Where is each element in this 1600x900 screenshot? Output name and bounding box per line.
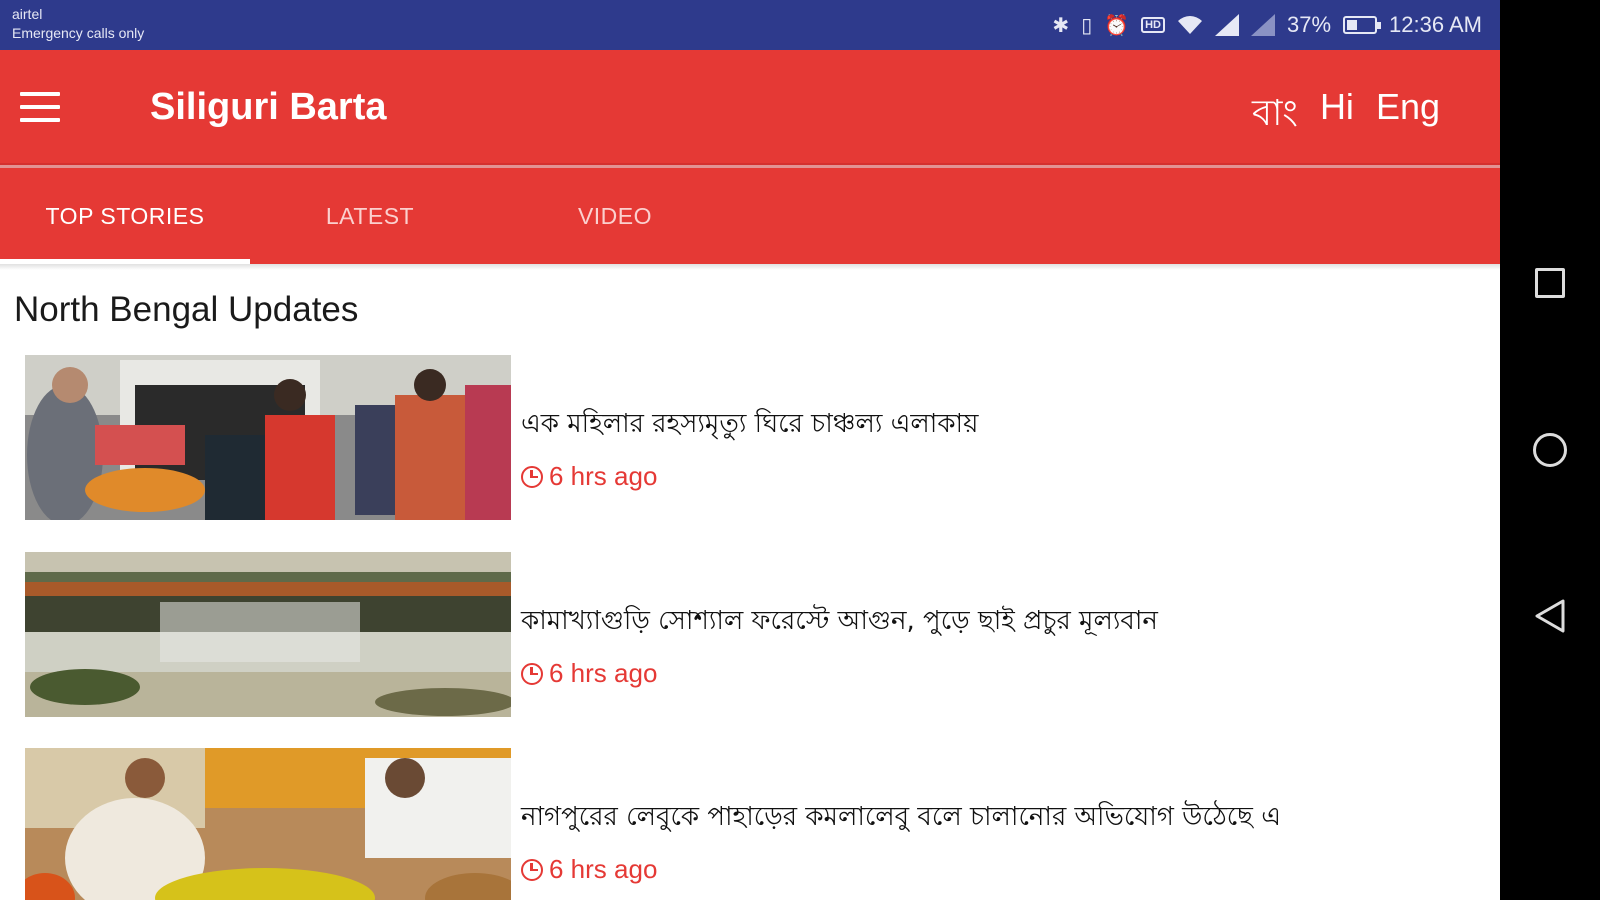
- home-icon[interactable]: [1533, 433, 1567, 467]
- story-time-text: 6 hrs ago: [549, 461, 658, 491]
- language-switcher: বাং Hi Eng: [1252, 86, 1440, 146]
- signal-icon: [1251, 14, 1275, 36]
- hamburger-menu-icon[interactable]: [20, 92, 60, 122]
- back-icon[interactable]: [1533, 598, 1567, 634]
- carrier-name: airtel: [12, 6, 43, 22]
- story-text: এক মহিলার রহস্যমৃত্যু ঘিরে চাঞ্চল্য এলাক…: [521, 403, 978, 492]
- clock-icon: [521, 662, 543, 685]
- emergency-text: Emergency calls only: [12, 25, 145, 41]
- app-title: Siliguri Barta: [150, 86, 387, 128]
- status-icons: ✱ ▯ ⏰ HD 37% 12:36 AM: [1052, 0, 1482, 50]
- tabs-shadow: [0, 264, 1500, 270]
- story-item[interactable]: কামাখ্যাগুড়ি সোশ্যাল ফরেস্টে আগুন, পুড়…: [25, 552, 1465, 717]
- story-time-text: 6 hrs ago: [549, 854, 658, 884]
- battery-fill: [1347, 20, 1357, 30]
- battery-icon: [1343, 16, 1382, 34]
- signal-icon: [1215, 14, 1239, 36]
- story-time: 6 hrs ago: [521, 658, 1158, 689]
- story-item[interactable]: নাগপুরের লেবুকে পাহাড়ের কমলালেবু বলে চা…: [25, 748, 1465, 900]
- story-time: 6 hrs ago: [521, 854, 1281, 885]
- lang-bangla-button[interactable]: বাং: [1252, 86, 1298, 146]
- clock-icon: [521, 465, 543, 488]
- section-title: North Bengal Updates: [14, 290, 359, 329]
- story-thumbnail: [25, 748, 511, 900]
- story-time: 6 hrs ago: [521, 461, 978, 492]
- clock-time: 12:36 AM: [1389, 12, 1482, 37]
- system-nav-bar: [1500, 0, 1600, 900]
- story-headline[interactable]: নাগপুরের লেবুকে পাহাড়ের কমলালেবু বলে চা…: [521, 796, 1281, 840]
- app-screen: airtel Emergency calls only ✱ ▯ ⏰ HD 37%…: [0, 0, 1500, 900]
- alarm-icon: ⏰: [1104, 14, 1130, 37]
- recent-apps-icon[interactable]: [1535, 268, 1565, 298]
- tab-bar: TOP STORIES LATEST VIDEO: [0, 168, 1500, 264]
- clock-icon: [521, 858, 543, 881]
- battery-percent: 37%: [1287, 12, 1332, 37]
- story-text: নাগপুরের লেবুকে পাহাড়ের কমলালেবু বলে চা…: [521, 796, 1281, 885]
- story-headline[interactable]: কামাখ্যাগুড়ি সোশ্যাল ফরেস্টে আগুন, পুড়…: [521, 600, 1158, 644]
- story-time-text: 6 hrs ago: [549, 658, 658, 688]
- story-item[interactable]: এক মহিলার রহস্যমৃত্যু ঘিরে চাঞ্চল্য এলাক…: [25, 355, 1465, 520]
- lang-english-button[interactable]: Eng: [1376, 86, 1440, 146]
- bluetooth-icon: ✱: [1052, 14, 1070, 37]
- wifi-icon: [1178, 16, 1202, 34]
- status-bar: airtel Emergency calls only ✱ ▯ ⏰ HD 37%…: [0, 0, 1500, 50]
- tab-top-stories[interactable]: TOP STORIES: [0, 168, 250, 264]
- carrier-info: airtel Emergency calls only: [12, 5, 144, 43]
- story-thumbnail: [25, 355, 511, 520]
- story-thumbnail: [25, 552, 511, 717]
- story-text: কামাখ্যাগুড়ি সোশ্যাল ফরেস্টে আগুন, পুড়…: [521, 600, 1158, 689]
- tab-video[interactable]: VIDEO: [490, 168, 740, 264]
- vibrate-icon: ▯: [1081, 14, 1093, 37]
- app-bar: Siliguri Barta বাং Hi Eng: [0, 50, 1500, 165]
- lang-hindi-button[interactable]: Hi: [1320, 86, 1354, 146]
- story-headline[interactable]: এক মহিলার রহস্যমৃত্যু ঘিরে চাঞ্চল্য এলাক…: [521, 403, 978, 447]
- hd-icon: HD: [1141, 17, 1165, 33]
- tab-latest[interactable]: LATEST: [245, 168, 495, 264]
